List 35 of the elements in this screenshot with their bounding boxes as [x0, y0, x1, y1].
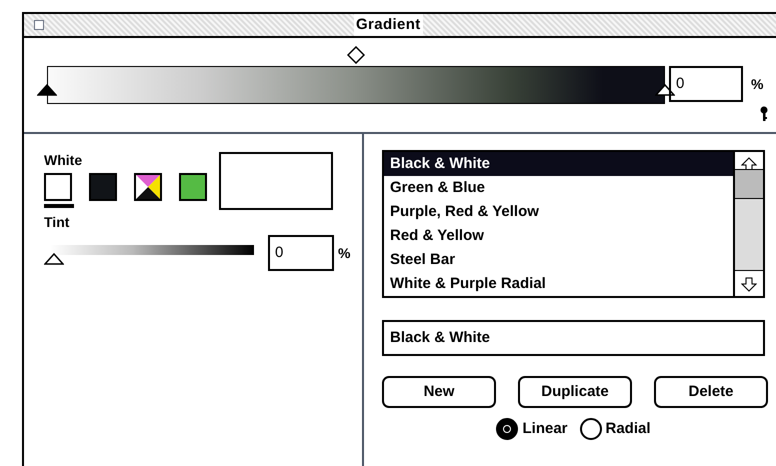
color-name: White [44, 151, 84, 170]
down-arrow-icon[interactable] [741, 276, 757, 292]
radio-button[interactable] [496, 418, 518, 440]
radio-button[interactable] [580, 418, 602, 440]
midpoint-handle[interactable] [347, 46, 365, 64]
tint-label: Tint [44, 213, 70, 232]
color-swatch[interactable] [89, 173, 117, 201]
tint-handle[interactable] [44, 253, 64, 265]
radio-label[interactable]: Linear [522, 418, 568, 440]
gradient-list-item[interactable]: Purple, Red & Yellow [384, 200, 733, 224]
color-swatch[interactable] [134, 173, 162, 201]
percent-label: % [751, 74, 764, 94]
action-button[interactable]: New [382, 376, 496, 408]
action-button[interactable]: Duplicate [518, 376, 632, 408]
scroll-thumb[interactable] [735, 169, 763, 199]
gradient-list-item[interactable]: Steel Bar [384, 248, 733, 272]
selection-underline [44, 204, 74, 208]
color-swatch[interactable] [179, 173, 207, 201]
gradient-name-field[interactable]: Black & White [382, 320, 765, 356]
stop-handle[interactable] [655, 84, 675, 96]
tint-field[interactable]: 0 [268, 235, 334, 271]
scrollbar[interactable] [733, 152, 763, 296]
gradient-list-item[interactable]: White & Purple Radial [384, 272, 733, 296]
gradient-list-item[interactable]: Red & Yellow [384, 224, 733, 248]
percent-label: % [338, 244, 350, 262]
gradient-list-item[interactable]: Black & White [384, 152, 733, 176]
close-box[interactable] [34, 20, 44, 30]
gradient-list-item[interactable]: Green & Blue [384, 176, 733, 200]
key-icon [760, 106, 768, 122]
location-field[interactable]: 0 [669, 66, 743, 102]
action-button[interactable]: Delete [654, 376, 768, 408]
radio-label[interactable]: Radial [606, 418, 651, 440]
window-title: Gradient [354, 14, 423, 36]
color-swatch[interactable] [44, 173, 72, 201]
selected-stop-handle[interactable] [37, 84, 57, 96]
